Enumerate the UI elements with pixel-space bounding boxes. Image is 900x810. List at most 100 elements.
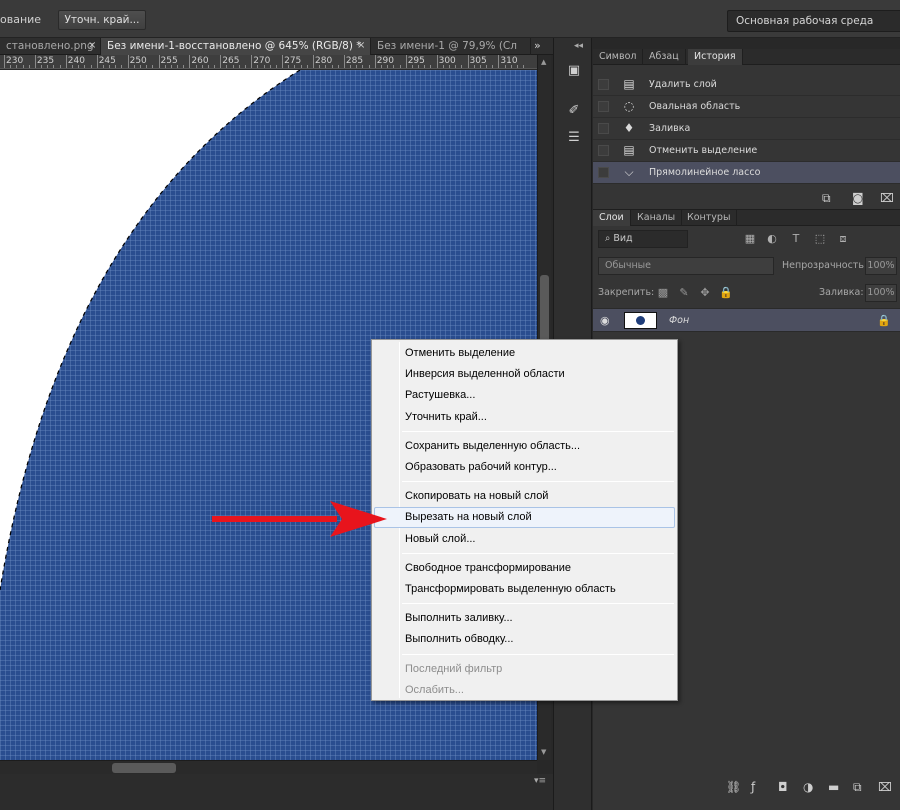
ruler-minor-tick xyxy=(430,65,432,68)
lock-position-icon[interactable]: ✥ xyxy=(698,286,712,300)
tab-character[interactable]: Символ xyxy=(593,49,644,65)
menu-separator xyxy=(402,552,674,554)
new-document-from-state-icon[interactable]: ⧉ xyxy=(822,191,831,206)
horizontal-scrollbar[interactable] xyxy=(0,760,537,774)
menu-item[interactable]: Вырезать на новый слой xyxy=(374,507,675,529)
adjustment-filter-icon[interactable]: ◐ xyxy=(765,232,779,246)
tab-paragraph[interactable]: Абзац xyxy=(643,49,686,65)
refine-edge-button[interactable]: Уточн. край... xyxy=(58,10,146,30)
ruler-minor-tick xyxy=(275,65,277,68)
ruler-label: 235 xyxy=(36,56,55,66)
menu-item[interactable]: Уточнить край... xyxy=(374,407,675,428)
ruler-minor-tick xyxy=(263,65,265,68)
doc-tab-1[interactable]: становлено.png × xyxy=(0,38,101,55)
type-filter-icon[interactable]: T xyxy=(789,232,803,246)
lock-image-icon[interactable]: ✎ xyxy=(677,286,691,300)
tab-paths[interactable]: Контуры xyxy=(681,210,738,226)
info-panel-icon[interactable]: ▣ xyxy=(565,63,583,79)
menu-item[interactable]: Отменить выделение xyxy=(374,343,675,364)
menu-item[interactable]: Растушевка... xyxy=(374,385,675,406)
history-item[interactable]: ♦ Заливка xyxy=(593,118,900,140)
doc-tab-3[interactable]: Без имени-1 @ 79,9% (Сл xyxy=(371,38,531,55)
blend-mode-select[interactable]: Обычные xyxy=(598,257,774,275)
ruler-minor-tick xyxy=(226,65,228,68)
menu-item[interactable]: Выполнить обводку... xyxy=(374,629,675,650)
scroll-down-icon[interactable]: ▼ xyxy=(541,748,546,756)
layer-style-icon[interactable]: ƒ xyxy=(751,780,755,794)
ruler-minor-tick xyxy=(380,65,382,68)
close-icon[interactable]: × xyxy=(88,38,96,54)
menu-item[interactable]: Выполнить заливку... xyxy=(374,608,675,629)
ruler-minor-tick xyxy=(461,65,463,68)
layer-mask-icon[interactable]: ◘ xyxy=(778,780,788,794)
ruler-minor-tick xyxy=(78,65,80,68)
layer-row[interactable]: ◉ Фон 🔒 xyxy=(593,308,900,332)
lock-all-icon[interactable]: 🔒 xyxy=(719,286,733,300)
tab-channels[interactable]: Каналы xyxy=(631,210,683,226)
history-checkbox[interactable] xyxy=(598,79,609,90)
ruler-minor-tick xyxy=(424,65,426,68)
menu-item: Ослабить... xyxy=(405,683,464,696)
history-item[interactable]: ▤ Отменить выделение xyxy=(593,140,900,162)
tab-layers[interactable]: Слои xyxy=(593,210,631,226)
visibility-eye-icon[interactable]: ◉ xyxy=(600,314,610,327)
menu-item[interactable]: Новый слой... xyxy=(374,529,675,550)
ruler-minor-tick xyxy=(479,65,481,68)
history-item[interactable]: ▤ Удалить слой xyxy=(593,74,900,96)
ruler-label: 255 xyxy=(160,56,178,66)
menu-item[interactable]: Инверсия выделенной области xyxy=(374,364,675,385)
menu-item[interactable]: Трансформировать выделенную область xyxy=(374,579,675,600)
layer-kind-filter[interactable]: ⌕ Вид xyxy=(598,230,688,248)
ruler-minor-tick xyxy=(152,65,154,68)
lock-icon[interactable]: 🔒 xyxy=(877,314,891,327)
history-checkbox[interactable] xyxy=(598,123,609,134)
lock-label: Закрепить: xyxy=(598,287,655,298)
tab-history[interactable]: История xyxy=(688,49,743,65)
ruler-minor-tick xyxy=(121,65,123,68)
ruler-minor-tick xyxy=(71,65,73,68)
history-checkbox[interactable] xyxy=(598,167,609,178)
menu-separator xyxy=(402,430,674,432)
trash-icon[interactable]: ⌧ xyxy=(878,780,892,794)
brushes-panel-icon[interactable]: ✐ xyxy=(565,103,583,119)
scroll-thumb[interactable] xyxy=(112,763,176,773)
ruler-minor-tick xyxy=(109,65,111,68)
trash-icon[interactable]: ⌧ xyxy=(880,191,894,205)
menu-separator xyxy=(402,603,674,605)
doc-tab-2[interactable]: Без имени-1-восстановлено @ 645% (RGB/8)… xyxy=(101,38,371,55)
menu-item[interactable]: Свободное трансформирование xyxy=(374,558,675,579)
menu-item[interactable]: Скопировать на новый слой xyxy=(374,486,675,507)
ruler-minor-tick xyxy=(300,65,302,68)
new-layer-icon[interactable]: ⧉ xyxy=(853,780,862,795)
ruler-minor-tick xyxy=(418,65,420,68)
camera-icon[interactable]: ◙ xyxy=(852,191,864,205)
pixel-filter-icon[interactable]: ▦ xyxy=(743,232,757,246)
status-menu-icon[interactable]: ▾≡ xyxy=(534,776,546,786)
opacity-label: Непрозрачность: xyxy=(782,260,868,271)
ruler-minor-tick xyxy=(337,65,339,68)
layer-name[interactable]: Фон xyxy=(669,315,689,326)
adjustments-panel-icon[interactable]: ☰ xyxy=(565,130,583,146)
opacity-field[interactable]: 100% xyxy=(865,257,897,275)
history-item[interactable]: ◌ Овальная область xyxy=(593,96,900,118)
close-icon[interactable]: × xyxy=(357,38,365,54)
menu-item[interactable]: Образовать рабочий контур... xyxy=(374,457,675,478)
ruler-label: 300 xyxy=(438,56,456,66)
workspace-select[interactable]: Основная рабочая среда xyxy=(727,10,900,32)
link-layers-icon[interactable]: ⛓ xyxy=(726,780,741,794)
scroll-up-icon[interactable]: ▲ xyxy=(541,58,546,66)
smart-object-filter-icon[interactable]: ⧈ xyxy=(836,232,850,246)
history-checkbox[interactable] xyxy=(598,145,609,156)
history-checkbox[interactable] xyxy=(598,101,609,112)
fill-field[interactable]: 100% xyxy=(865,284,897,302)
ruler-minor-tick xyxy=(368,65,370,68)
lock-transparency-icon[interactable]: ▩ xyxy=(656,286,670,300)
shape-filter-icon[interactable]: ⬚ xyxy=(813,232,827,246)
group-folder-icon[interactable]: ▬ xyxy=(828,780,839,794)
history-item-active[interactable]: ⌵ Прямолинейное лассо xyxy=(593,162,900,184)
menu-item[interactable]: Сохранить выделенную область... xyxy=(374,436,675,457)
tabs-overflow-icon[interactable]: » xyxy=(534,38,541,54)
adjustment-layer-icon[interactable]: ◑ xyxy=(803,780,813,794)
ruler-minor-tick xyxy=(306,65,308,68)
collapse-icon[interactable]: ◂◂ xyxy=(574,41,583,51)
